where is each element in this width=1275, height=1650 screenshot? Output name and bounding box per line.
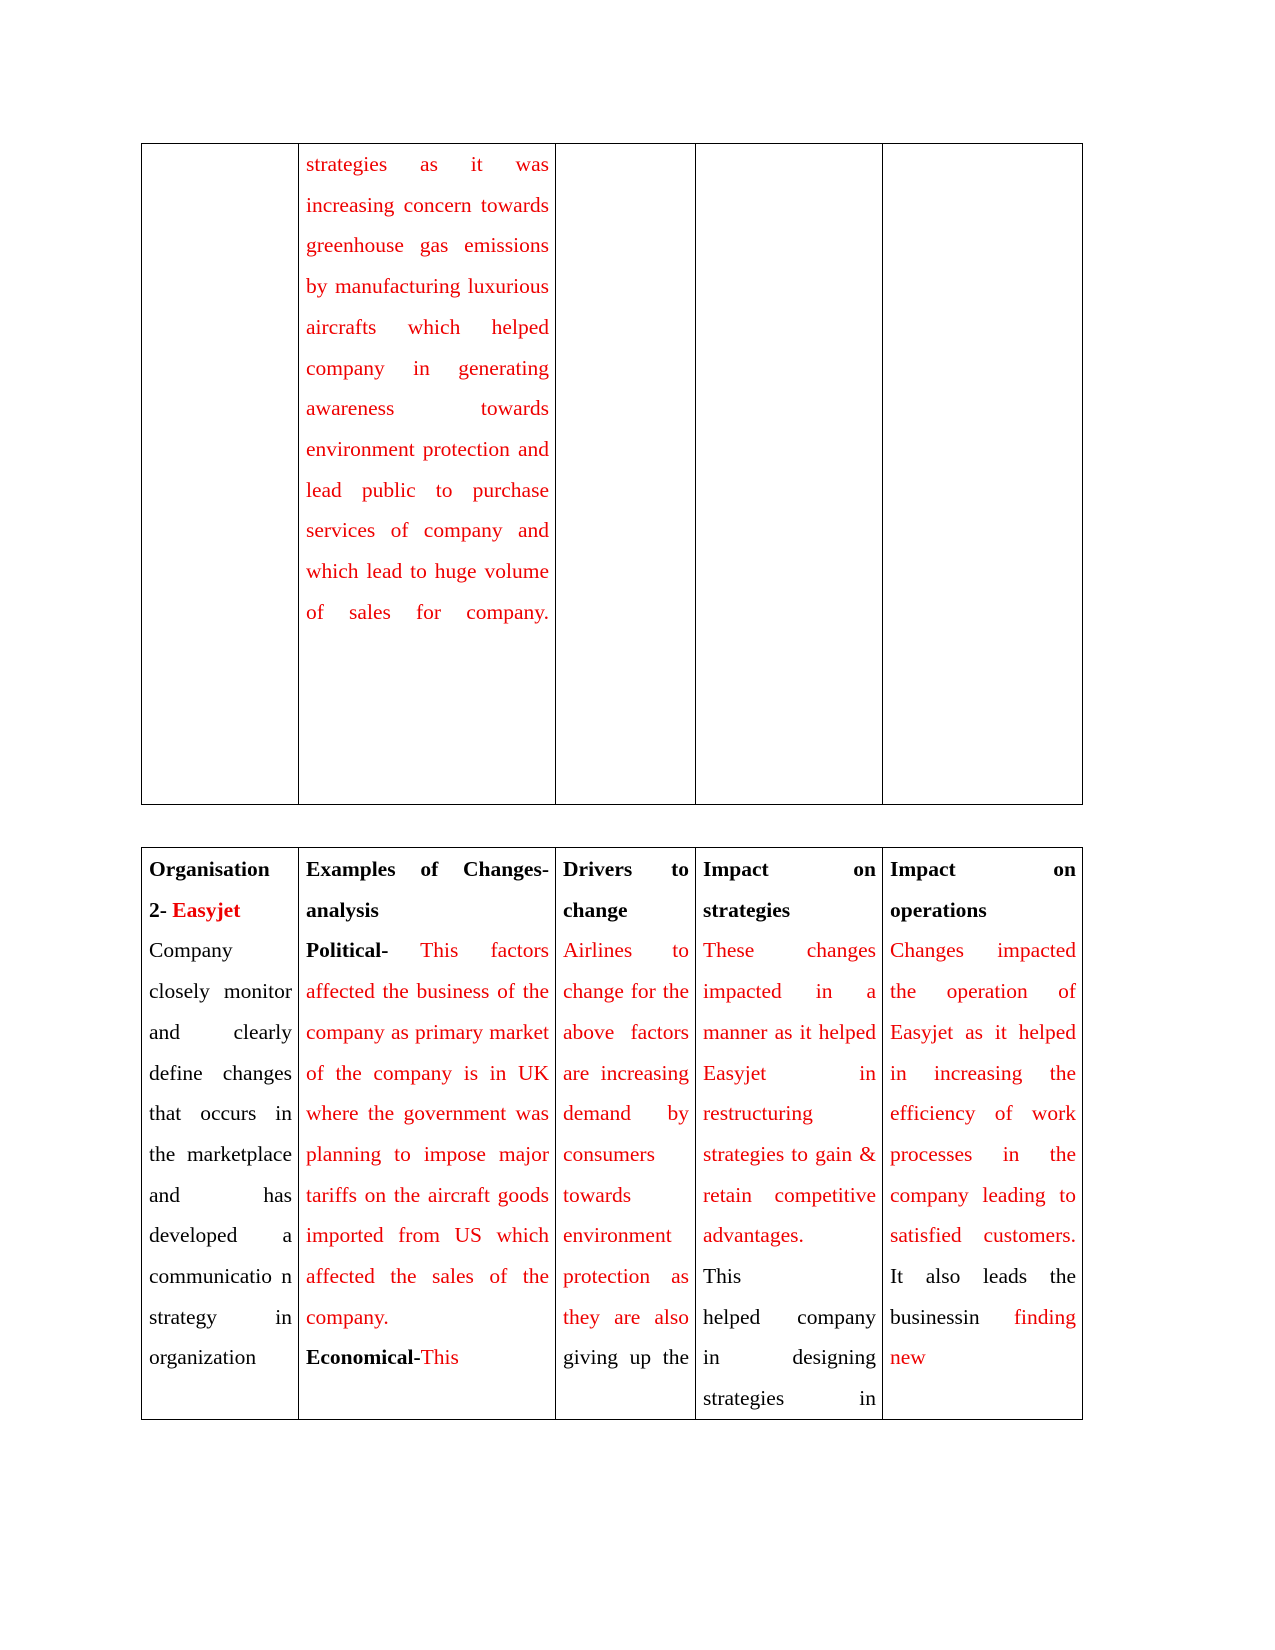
t2-header-impact-operations-line2: operations	[890, 897, 987, 922]
document-page: strategies as it was increasing concern …	[0, 0, 1275, 1650]
t2-header-organisation-company: 2- Easyjet	[149, 890, 292, 931]
table-two-clip-region: Organisation 2- Easyjet Company closely …	[0, 0, 1275, 1430]
t2-examples-economical: Economical-This	[306, 1337, 549, 1378]
t2-impact-strategies-black-4: strategies in	[703, 1386, 876, 1411]
t2-cell-drivers: Drivers to change Airlines to change for…	[555, 847, 696, 1420]
t2-impact-strategies-black-2: helped company	[703, 1304, 876, 1329]
operations-black-in: in	[962, 1304, 1014, 1329]
t2-header-drivers-line2: change	[563, 897, 628, 922]
t2-header-examples-line2: analysis	[306, 897, 379, 922]
t2-impact-strategies-body: These changes impacted in a manner as it…	[703, 938, 876, 1248]
operations-red-text: Changes impacted the operation of Easyje…	[890, 938, 1076, 1248]
t2-header-drivers: Drivers to	[563, 857, 689, 881]
t2-examples-political: Political- This factors affected the bus…	[306, 930, 549, 1337]
t2-drivers-body: Airlines to change for the above factors…	[563, 938, 689, 1289]
company-name-easyjet: Easyjet	[172, 897, 241, 922]
political-description: This factors affected the business of th…	[306, 938, 549, 1329]
economical-description: This	[420, 1345, 459, 1370]
t2-header-examples: Examples of Changes-	[306, 857, 549, 881]
impact-strategies-this: This	[703, 1264, 742, 1289]
t2-header-impact-strategies-line2: strategies	[703, 897, 791, 922]
t2-header-organisation: Organisation	[149, 857, 270, 881]
t2-cell-impact-strategies: Impact on strategies These changes impac…	[695, 847, 883, 1420]
t2-cell-examples: Examples of Changes- analysis Political-…	[298, 847, 556, 1420]
easyjet-changes-analysis-table: Organisation 2- Easyjet Company closely …	[141, 847, 1083, 1420]
t2-impact-operations-body: Changes impacted the operation of Easyje…	[890, 930, 1076, 1378]
t2-cell-organisation: Organisation 2- Easyjet Company closely …	[141, 847, 299, 1420]
label-political: Political-	[306, 938, 389, 963]
t2-drivers-body-black: giving up the	[563, 1345, 689, 1370]
organisation-number: 2-	[149, 897, 173, 922]
t2-organisation-body: Company closely monitor and clearly defi…	[149, 938, 292, 1370]
label-economical: Economical-	[306, 1345, 421, 1370]
t2-header-impact-strategies: Impact on	[703, 857, 876, 881]
t2-impact-strategies-black-1: This	[703, 1256, 876, 1297]
table-row: Organisation 2- Easyjet Company closely …	[141, 847, 1083, 1420]
t2-drivers-body-cont: they are also	[563, 1304, 689, 1329]
t2-impact-strategies-black-3: in designing	[703, 1345, 876, 1370]
t2-cell-impact-operations: Impact on operations Changes impacted th…	[882, 847, 1083, 1420]
t2-header-impact-operations: Impact on	[890, 857, 1076, 881]
